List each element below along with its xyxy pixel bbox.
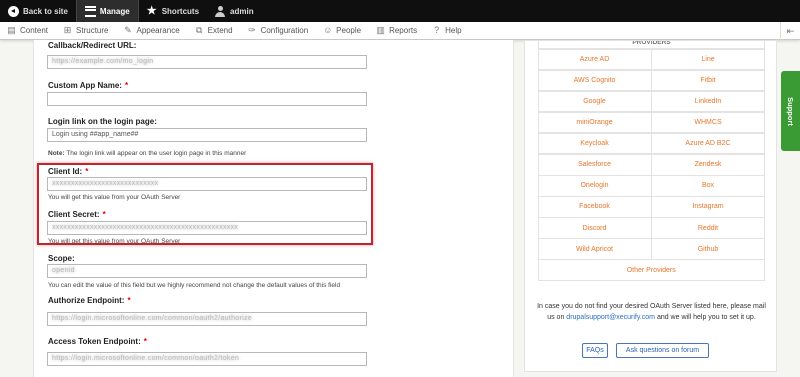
- provider-link[interactable]: Onelogin: [537, 175, 652, 197]
- menu-item-content[interactable]: ▤ Content: [0, 22, 56, 40]
- menu-item-label: Configuration: [260, 26, 309, 35]
- authorize-endpoint-label: Authorize Endpoint: *: [48, 296, 131, 305]
- menu-item-structure[interactable]: ⊞ Structure: [56, 22, 116, 40]
- back-to-site-label: Back to site: [23, 6, 68, 16]
- provider-link[interactable]: Github: [651, 238, 765, 260]
- custom-app-name-label: Custom App Name: *: [48, 81, 129, 90]
- login-link-note: Note: The login link will appear on the …: [48, 150, 247, 157]
- back-to-site-link[interactable]: Back to site: [0, 0, 76, 22]
- support-tab-label: Support: [786, 96, 795, 126]
- configuration-icon: ✑: [248, 25, 256, 35]
- support-email-link[interactable]: drupalsupport@xecurify.com: [566, 314, 655, 321]
- appearance-icon: ✎: [124, 25, 132, 35]
- menu-item-label: Appearance: [136, 26, 180, 35]
- scope-description: You can edit the value of this field but…: [48, 282, 341, 289]
- scope-field[interactable]: openid: [47, 264, 367, 278]
- callback-url-label: Callback/Redirect URL:: [48, 41, 137, 50]
- provider-link[interactable]: Line: [651, 48, 765, 71]
- structure-icon: ⊞: [63, 25, 72, 35]
- help-icon: ?: [434, 25, 440, 35]
- user-icon: [215, 5, 226, 17]
- menu-item-extend[interactable]: ⧉ Extend: [188, 22, 241, 40]
- other-providers-link[interactable]: Other Providers: [537, 259, 765, 282]
- menu-item-label: People: [336, 26, 362, 35]
- provider-link[interactable]: Google: [537, 90, 652, 113]
- menu-item-people[interactable]: ☺ People: [316, 22, 369, 40]
- reports-icon: ▥: [376, 25, 385, 35]
- provider-link[interactable]: Salesforce: [537, 153, 652, 176]
- menu-item-help[interactable]: ? Help: [425, 22, 469, 40]
- callback-url-field[interactable]: https://example.com/mo_login: [47, 55, 367, 69]
- admin-toolbar: Back to site Manage ★ Shortcuts admin: [0, 0, 800, 22]
- help-text: In case you do not find your desired OAu…: [537, 303, 766, 321]
- providers-grid: Azure AD Line AWS Cognito Fitbit Google Linke…: [537, 48, 765, 282]
- provider-link[interactable]: Zendesk: [651, 153, 765, 176]
- hamburger-menu-icon: [84, 5, 96, 17]
- providers-table: PROVIDERS Azure AD Line AWS Cognito Fitbit G…: [537, 41, 765, 282]
- provider-link[interactable]: Azure AD B2C: [651, 132, 765, 155]
- people-icon: ☺: [323, 25, 333, 35]
- toolbar-orientation-toggle-icon[interactable]: ⇤: [780, 22, 800, 40]
- back-arrow-icon: [8, 5, 19, 17]
- provider-link[interactable]: Box: [651, 175, 765, 197]
- faqs-button[interactable]: FAQs: [582, 343, 608, 358]
- provider-link[interactable]: Azure AD: [537, 48, 652, 71]
- provider-link[interactable]: Facebook: [537, 196, 652, 218]
- manage-label: Manage: [99, 6, 130, 16]
- shortcuts-label: Shortcuts: [161, 6, 200, 16]
- manage-tab[interactable]: Manage: [75, 0, 139, 22]
- providers-panel: PROVIDERS Azure AD Line AWS Cognito Fitbit G…: [524, 40, 777, 372]
- access-token-endpoint-field[interactable]: https://login.microsoftonline.com/common…: [47, 352, 367, 366]
- access-token-endpoint-label: Access Token Endpoint: *: [48, 337, 147, 346]
- user-tab[interactable]: admin: [207, 0, 262, 22]
- shortcuts-tab[interactable]: ★ Shortcuts: [139, 0, 207, 22]
- support-tab[interactable]: Support: [781, 71, 800, 151]
- provider-link[interactable]: Fitbit: [651, 69, 765, 92]
- provider-link[interactable]: Instagram: [651, 196, 765, 218]
- provider-link[interactable]: Reddit: [651, 217, 765, 239]
- provider-link[interactable]: Wild Apricot: [537, 238, 652, 260]
- menu-item-label: Reports: [389, 26, 418, 35]
- provider-link[interactable]: miniOrange: [537, 111, 652, 134]
- menu-item-label: Extend: [207, 26, 233, 35]
- menu-item-label: Content: [20, 26, 49, 35]
- provider-link[interactable]: Keycloak: [537, 132, 652, 155]
- provider-link[interactable]: AWS Cognito: [537, 69, 652, 92]
- menu-item-label: Structure: [76, 26, 109, 35]
- menu-item-label: Help: [445, 26, 462, 35]
- star-icon: ★: [146, 4, 157, 17]
- login-link-label: Login link on the login page:: [48, 117, 157, 126]
- menu-item-reports[interactable]: ▥ Reports: [369, 22, 425, 40]
- extend-icon: ⧉: [195, 25, 203, 35]
- client-credentials-highlight: [37, 163, 373, 245]
- provider-link[interactable]: Discord: [537, 217, 652, 239]
- provider-link[interactable]: WHMCS: [651, 111, 765, 134]
- admin-menu-tray: ▤ Content ⊞ Structure ✎ Appearance ⧉ Ext…: [0, 22, 800, 40]
- custom-app-name-field[interactable]: [47, 92, 367, 106]
- content-icon: ▤: [7, 25, 16, 35]
- menu-item-appearance[interactable]: ✎ Appearance: [117, 22, 188, 40]
- authorize-endpoint-field[interactable]: https://login.microsoftonline.com/common…: [47, 312, 367, 326]
- login-link-field[interactable]: Login using ##app_name##: [47, 128, 367, 142]
- scope-label: Scope:: [48, 254, 75, 263]
- provider-link[interactable]: LinkedIn: [651, 90, 765, 113]
- user-label: admin: [230, 6, 254, 16]
- ask-forum-button[interactable]: Ask questions on forum: [616, 343, 709, 358]
- menu-item-configuration[interactable]: ✑ Configuration: [241, 22, 317, 40]
